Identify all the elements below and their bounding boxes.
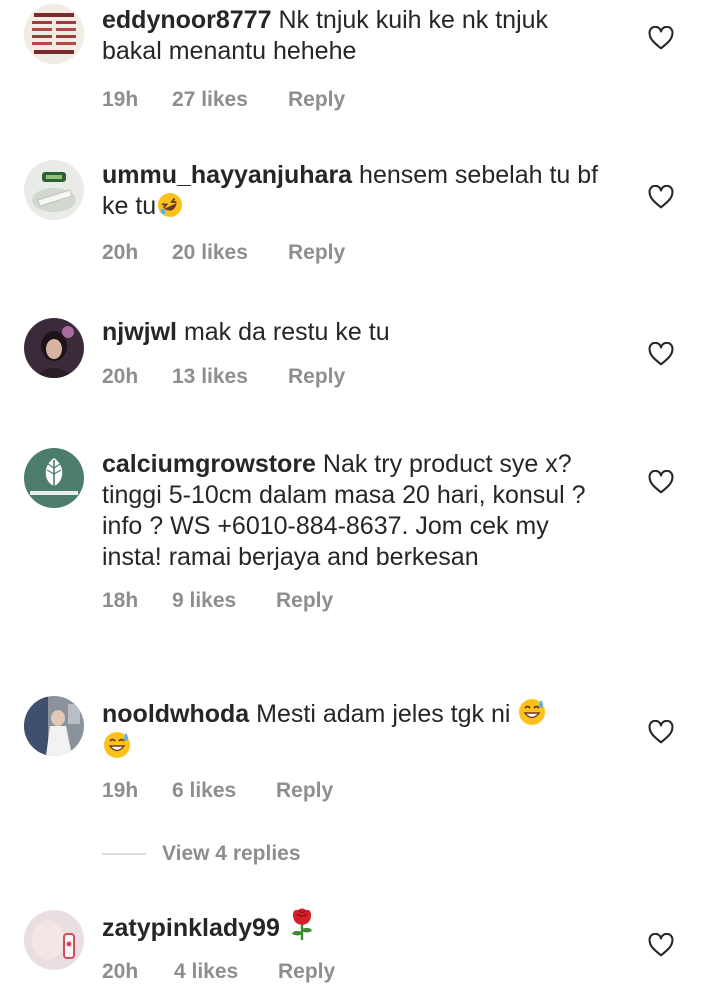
avatar[interactable] [24,4,84,64]
comment-meta: 19h 27 likes Reply [102,86,602,114]
comment-item: njwjwl mak da restu ke tu 20h 13 likes Rep… [0,316,714,406]
reply-button[interactable]: Reply [276,777,333,805]
comment-time: 20h [102,960,139,983]
sweat-smile-emoji [519,699,546,725]
comment-body: mak da restu ke tu [183,318,390,346]
comment-username[interactable]: njwjwl [102,318,177,346]
rofl-emoji [158,193,183,217]
comment-text: ummu_hayyanjuhara hensem sebelah tu bf k… [102,160,602,222]
comment-time: 18h [102,589,139,612]
comment-username[interactable]: ummu_hayyanjuhara [102,161,352,189]
comment-likes[interactable]: 6 likes [172,777,276,805]
comment-text: zatypinklady99 [102,907,602,944]
heart-icon[interactable] [648,933,674,957]
reply-button[interactable]: Reply [288,239,345,267]
comment-likes[interactable]: 13 likes [172,363,288,391]
comment-text: calciumgrowstore Nak try product sye x? … [102,449,592,573]
view-replies-button[interactable]: View 4 replies [102,838,301,870]
comment-meta: 20h 4 likes Reply [102,958,602,986]
comment-username[interactable]: nooldwhoda [102,700,249,728]
comment-time: 20h [102,365,139,388]
reply-button[interactable]: Reply [276,587,333,615]
comment-username[interactable]: zatypinklady99 [102,914,280,942]
heart-icon[interactable] [648,470,674,494]
comment-meta: 20h 20 likes Reply [102,239,602,267]
comment-item: calciumgrowstore Nak try product sye x? … [0,446,714,646]
comment-meta: 18h 9 likes Reply [102,587,592,615]
comment-item: nooldwhoda Mesti adam jeles tgk ni 19h 6 … [0,694,714,814]
comment-meta: 20h 13 likes Reply [102,363,602,391]
comment-likes[interactable]: 20 likes [172,239,288,267]
avatar[interactable] [24,318,84,378]
comment-item: eddynoor8777 Nk tnjuk kuih ke nk tnjuk b… [0,0,714,120]
comment-username[interactable]: eddynoor8777 [102,6,272,34]
comment-body: Mesti adam jeles tgk ni [256,700,511,728]
comment-meta: 19h 6 likes Reply [102,777,602,805]
avatar[interactable] [24,696,84,756]
heart-icon[interactable] [648,720,674,744]
comment-time: 19h [102,779,139,802]
reply-button[interactable]: Reply [288,86,345,114]
reply-button[interactable]: Reply [278,958,335,986]
heart-icon[interactable] [648,342,674,366]
comment-item: zatypinklady99 20h 4 likes Reply [0,906,714,1000]
comment-text: njwjwl mak da restu ke tu [102,317,602,348]
comment-time: 19h [102,88,139,111]
sweat-smile-emoji [104,732,130,758]
heart-icon[interactable] [648,26,674,50]
comment-time: 20h [102,241,139,264]
replies-divider [102,853,146,855]
comment-item: ummu_hayyanjuhara hensem sebelah tu bf k… [0,158,714,278]
rose-emoji [291,908,312,940]
view-replies-label: View 4 replies [162,842,301,865]
comment-text: nooldwhoda Mesti adam jeles tgk ni [102,697,602,763]
comment-likes[interactable]: 27 likes [172,86,288,114]
reply-button[interactable]: Reply [288,363,345,391]
avatar[interactable] [24,448,84,508]
heart-icon[interactable] [648,185,674,209]
avatar[interactable] [24,160,84,220]
avatar[interactable] [24,910,84,970]
comment-likes[interactable]: 4 likes [174,958,278,986]
comment-text: eddynoor8777 Nk tnjuk kuih ke nk tnjuk b… [102,5,602,67]
comment-likes[interactable]: 9 likes [172,587,276,615]
comment-username[interactable]: calciumgrowstore [102,450,316,478]
